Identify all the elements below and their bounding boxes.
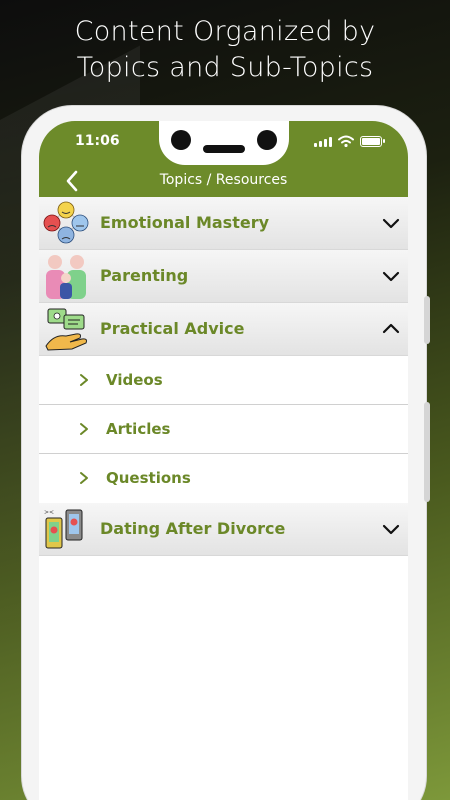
topic-label: Emotional Mastery: [100, 213, 270, 232]
signal-icon: [314, 137, 332, 147]
topic-label: Practical Advice: [100, 319, 245, 338]
status-bar: 11:06: [39, 121, 408, 167]
nav-title: Topics / Resources: [159, 172, 288, 188]
topic-row-emotional-mastery[interactable]: Emotional Mastery: [39, 197, 408, 250]
topic-row-parenting[interactable]: Parenting: [39, 250, 408, 303]
subtopic-row-articles[interactable]: Articles: [39, 405, 408, 454]
svg-text:><: ><: [44, 509, 54, 516]
status-time: 11:06: [75, 133, 120, 149]
sensor-icon: [257, 130, 277, 150]
chevron-right-icon: [80, 423, 88, 435]
chevron-up-icon[interactable]: [382, 322, 400, 336]
subtopic-label: Questions: [106, 469, 191, 487]
promo-headline: Content Organized by Topics and Sub-Topi…: [0, 14, 450, 86]
headline-line-1: Content Organized by: [74, 16, 376, 47]
chevron-right-icon: [80, 374, 88, 386]
chevron-down-icon[interactable]: [382, 269, 400, 283]
chevron-down-icon[interactable]: [382, 216, 400, 230]
topic-label: Dating After Divorce: [100, 519, 286, 538]
app-screen: 11:06 Topics / Resources Emotional Maste…: [39, 121, 408, 800]
speaker-icon: [203, 145, 245, 153]
family-icon: [46, 255, 86, 299]
advice-hand-icon: [45, 308, 87, 351]
subtopic-label: Videos: [106, 371, 163, 389]
subtopic-row-videos[interactable]: Videos: [39, 356, 408, 405]
topic-row-practical-advice[interactable]: Practical Advice: [39, 303, 408, 356]
chevron-down-icon[interactable]: [382, 522, 400, 536]
camera-icon: [171, 130, 191, 150]
battery-icon: [360, 136, 385, 147]
subtopic-row-questions[interactable]: Questions: [39, 454, 408, 503]
nav-bar: Topics / Resources: [39, 167, 408, 197]
emotion-faces-icon: [43, 201, 89, 244]
topic-label: Parenting: [100, 266, 189, 285]
dating-phones-icon: ><: [44, 509, 83, 549]
phone-side-button: [424, 402, 430, 502]
wifi-icon: [338, 135, 354, 147]
subtopic-label: Articles: [106, 420, 171, 438]
phone-notch: [159, 121, 289, 165]
status-icons: [314, 135, 385, 147]
topic-row-dating-after-divorce[interactable]: >< Dating After Divorce: [39, 503, 408, 556]
headline-line-2: Topics and Sub-Topics: [76, 52, 374, 83]
topic-list: Emotional Mastery Parenting Practical Ad…: [39, 197, 408, 556]
phone-side-button: [424, 296, 430, 344]
chevron-right-icon: [80, 472, 88, 484]
